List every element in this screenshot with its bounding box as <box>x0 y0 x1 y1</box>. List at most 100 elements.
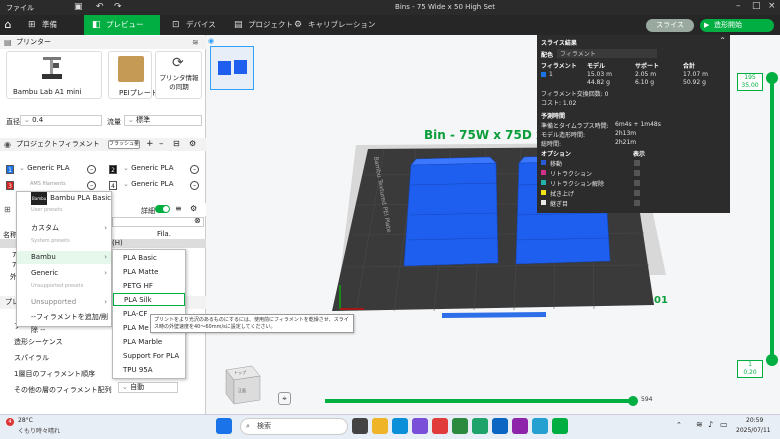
layer-slider-track[interactable] <box>770 75 774 365</box>
filament-3-color[interactable]: 3 <box>6 181 14 190</box>
option-deretraction: リトラクション解除 <box>550 181 605 188</box>
filament-4-remove-icon[interactable]: – <box>190 181 199 190</box>
layer-slider-bottom-handle[interactable] <box>766 354 778 366</box>
option-retraction-checkbox[interactable] <box>634 170 640 176</box>
redo-icon[interactable]: ↷ <box>114 2 122 12</box>
menu-item-bambu-pla-basic[interactable]: Bambu Bambu PLA Basic <box>17 192 111 205</box>
flow-value: 標準 <box>136 116 151 124</box>
app-icon[interactable] <box>432 418 448 434</box>
tab-calibration[interactable]: ⚙ キャリブレーション <box>286 15 376 35</box>
weather-icon[interactable]: 4 <box>6 418 14 426</box>
close-icon[interactable]: × <box>768 1 776 11</box>
battery-icon[interactable]: ▭ <box>720 420 728 429</box>
home-icon[interactable]: ⌂ <box>0 15 16 35</box>
submenu-item[interactable]: Support For PLA <box>113 350 185 363</box>
submenu-item-highlighted[interactable]: PLA Silk <box>113 293 185 306</box>
add-filament-icon[interactable]: + <box>146 139 154 149</box>
app-icon[interactable] <box>412 418 428 434</box>
submenu-item[interactable]: PETG HF <box>113 280 185 293</box>
taskbar-search[interactable]: ⌕ 検索 <box>240 418 348 435</box>
tab-device[interactable]: ⊡ デバイス <box>164 15 224 35</box>
wifi-icon[interactable]: ≋ <box>192 38 199 47</box>
filament-4-select[interactable]: ⌄ Generic PLA <box>120 180 184 191</box>
tray-chevron-icon[interactable]: ⌃ <box>676 421 682 429</box>
tab-preview[interactable]: ◧ プレビュー <box>84 15 160 35</box>
bambu-studio-icon[interactable] <box>552 418 568 434</box>
undo-icon[interactable]: ↶ <box>96 2 104 12</box>
submenu-item[interactable]: PLA Matte <box>113 266 185 279</box>
plate-card[interactable]: PEIプレート <box>108 51 158 99</box>
filament-2-remove-icon[interactable]: – <box>190 165 199 174</box>
view-cube[interactable]: トップ 正面 <box>216 362 264 406</box>
fit-view-icon[interactable]: ⌖ <box>278 392 291 405</box>
menu-item-custom[interactable]: カスタム › <box>17 222 111 235</box>
file-explorer-icon[interactable] <box>372 418 388 434</box>
clock-date: 2025/07/11 <box>736 427 771 434</box>
app-icon[interactable] <box>532 418 548 434</box>
maximize-icon[interactable]: □ <box>752 1 761 11</box>
filament-settings-icon[interactable]: ⚙ <box>189 139 196 148</box>
move-slider-handle[interactable] <box>628 396 638 406</box>
submenu-item[interactable]: TPU 95A <box>113 364 185 377</box>
flush-button[interactable]: フラッシュ量 <box>108 140 140 149</box>
submenu-item[interactable]: PLA Marble <box>113 336 185 349</box>
filament-2-select[interactable]: ⌄ Generic PLA <box>120 164 184 175</box>
layout-label: 配色 <box>541 52 554 59</box>
option-deretraction-checkbox[interactable] <box>634 180 640 186</box>
file-menu[interactable]: ファイル <box>6 3 34 13</box>
settings-icon[interactable]: ⚙ <box>190 204 197 213</box>
app-icon[interactable] <box>492 418 508 434</box>
submenu-item[interactable]: PLA Basic <box>113 252 185 265</box>
bottom-layer-label: 1 0.20 <box>737 360 763 378</box>
object-search-input[interactable] <box>112 217 204 227</box>
plate-thumbnail[interactable] <box>210 46 254 90</box>
move-slider-track[interactable] <box>325 399 635 403</box>
remove-filament-icon[interactable]: – <box>159 139 164 149</box>
print-button[interactable]: ▶ 造形開始 <box>700 19 774 32</box>
app-icon[interactable] <box>452 418 468 434</box>
option-travel: 移動 <box>550 161 563 168</box>
model-time-label: モデル造形時間: <box>541 132 586 139</box>
sync-printer-button[interactable]: ⟳ プリンタ情報の同期 <box>155 51 202 99</box>
line-icon[interactable] <box>472 418 488 434</box>
start-icon[interactable] <box>216 418 232 434</box>
menu-item-bambu[interactable]: Bambu › <box>17 251 111 264</box>
option-seam-checkbox[interactable] <box>634 200 640 206</box>
preview-icon: ◧ <box>92 20 101 30</box>
printer-card[interactable]: Bambu Lab A1 mini <box>6 51 102 99</box>
task-view-icon[interactable] <box>352 418 368 434</box>
layers-icon[interactable]: ≡ <box>175 204 182 213</box>
filament-3-remove-icon[interactable]: – <box>87 181 96 190</box>
filament-edit-icon[interactable]: ⊟ <box>173 139 180 148</box>
option-travel-checkbox[interactable] <box>634 160 640 166</box>
menu-item-generic[interactable]: Generic › <box>17 267 111 280</box>
col-support: サポート <box>635 63 660 70</box>
layout-select[interactable]: フィラメント <box>557 49 657 58</box>
other-layers-order-select[interactable]: ⌄ 自動 <box>118 382 178 393</box>
menu-item-add-remove-filament[interactable]: --フィラメントを追加/削除 -- › <box>17 311 111 334</box>
minimize-icon[interactable]: – <box>736 1 741 11</box>
slice-button[interactable]: スライス <box>646 19 694 32</box>
save-icon[interactable]: ▣ <box>74 2 83 12</box>
clear-search-icon[interactable]: ⊗ <box>194 216 201 225</box>
volume-icon[interactable]: ♪ <box>708 420 713 429</box>
flow-select[interactable]: ⌄ 標準 <box>124 115 202 126</box>
tab-prepare[interactable]: ⊞ 準備 <box>20 15 80 35</box>
nozzle-select[interactable]: ⌄ 0.4 <box>20 115 102 126</box>
collapse-icon[interactable]: ⌃ <box>719 36 726 45</box>
view-top-label: トップ <box>234 369 246 375</box>
app-icon[interactable] <box>512 418 528 434</box>
option-wipe-checkbox[interactable] <box>634 190 640 196</box>
filament-4-color[interactable]: 4 <box>109 181 117 190</box>
edge-icon[interactable] <box>392 418 408 434</box>
detail-toggle[interactable] <box>155 205 170 213</box>
filament-1-color[interactable]: 1 <box>6 165 14 174</box>
menu-item-label: カスタム <box>31 224 59 232</box>
layer-slider-top-handle[interactable] <box>766 72 778 84</box>
filament-2-color[interactable]: 2 <box>109 165 117 174</box>
menu-item-unsupported[interactable]: Unsupported › <box>17 296 111 309</box>
thumbnail-image-icon <box>218 60 247 75</box>
filament-1-select[interactable]: ⌄ Generic PLA <box>16 164 80 175</box>
filament-1-remove-icon[interactable]: – <box>87 165 96 174</box>
wifi-tray-icon[interactable]: ≋ <box>696 420 703 429</box>
